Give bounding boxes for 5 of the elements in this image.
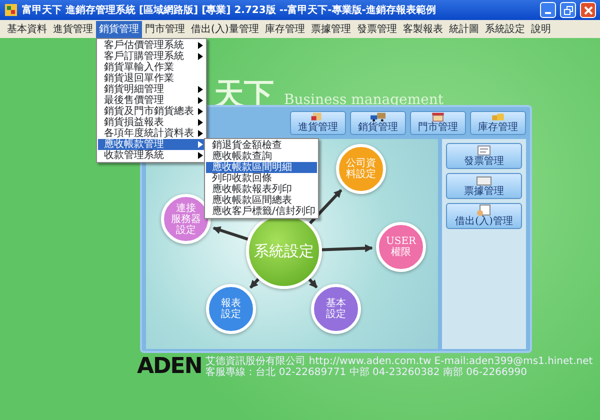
footer-text: 艾德資訊股份有限公司 http://www.aden.com.tw E-mail:aden399@ms1.hinet.net	[206, 356, 593, 367]
banner-subtitle: Business management	[284, 91, 444, 110]
window-title: 富甲天下 進銷存管理系統 [區域網路版] [專業] 2.723版 --富甲天下-專業版-進銷存報表範例	[22, 3, 437, 18]
footer-text: 客服專線：台北 02-22689771 中部 04-23260382 南部 06-2266990	[206, 367, 528, 378]
company-logo: ADEN	[137, 356, 202, 378]
